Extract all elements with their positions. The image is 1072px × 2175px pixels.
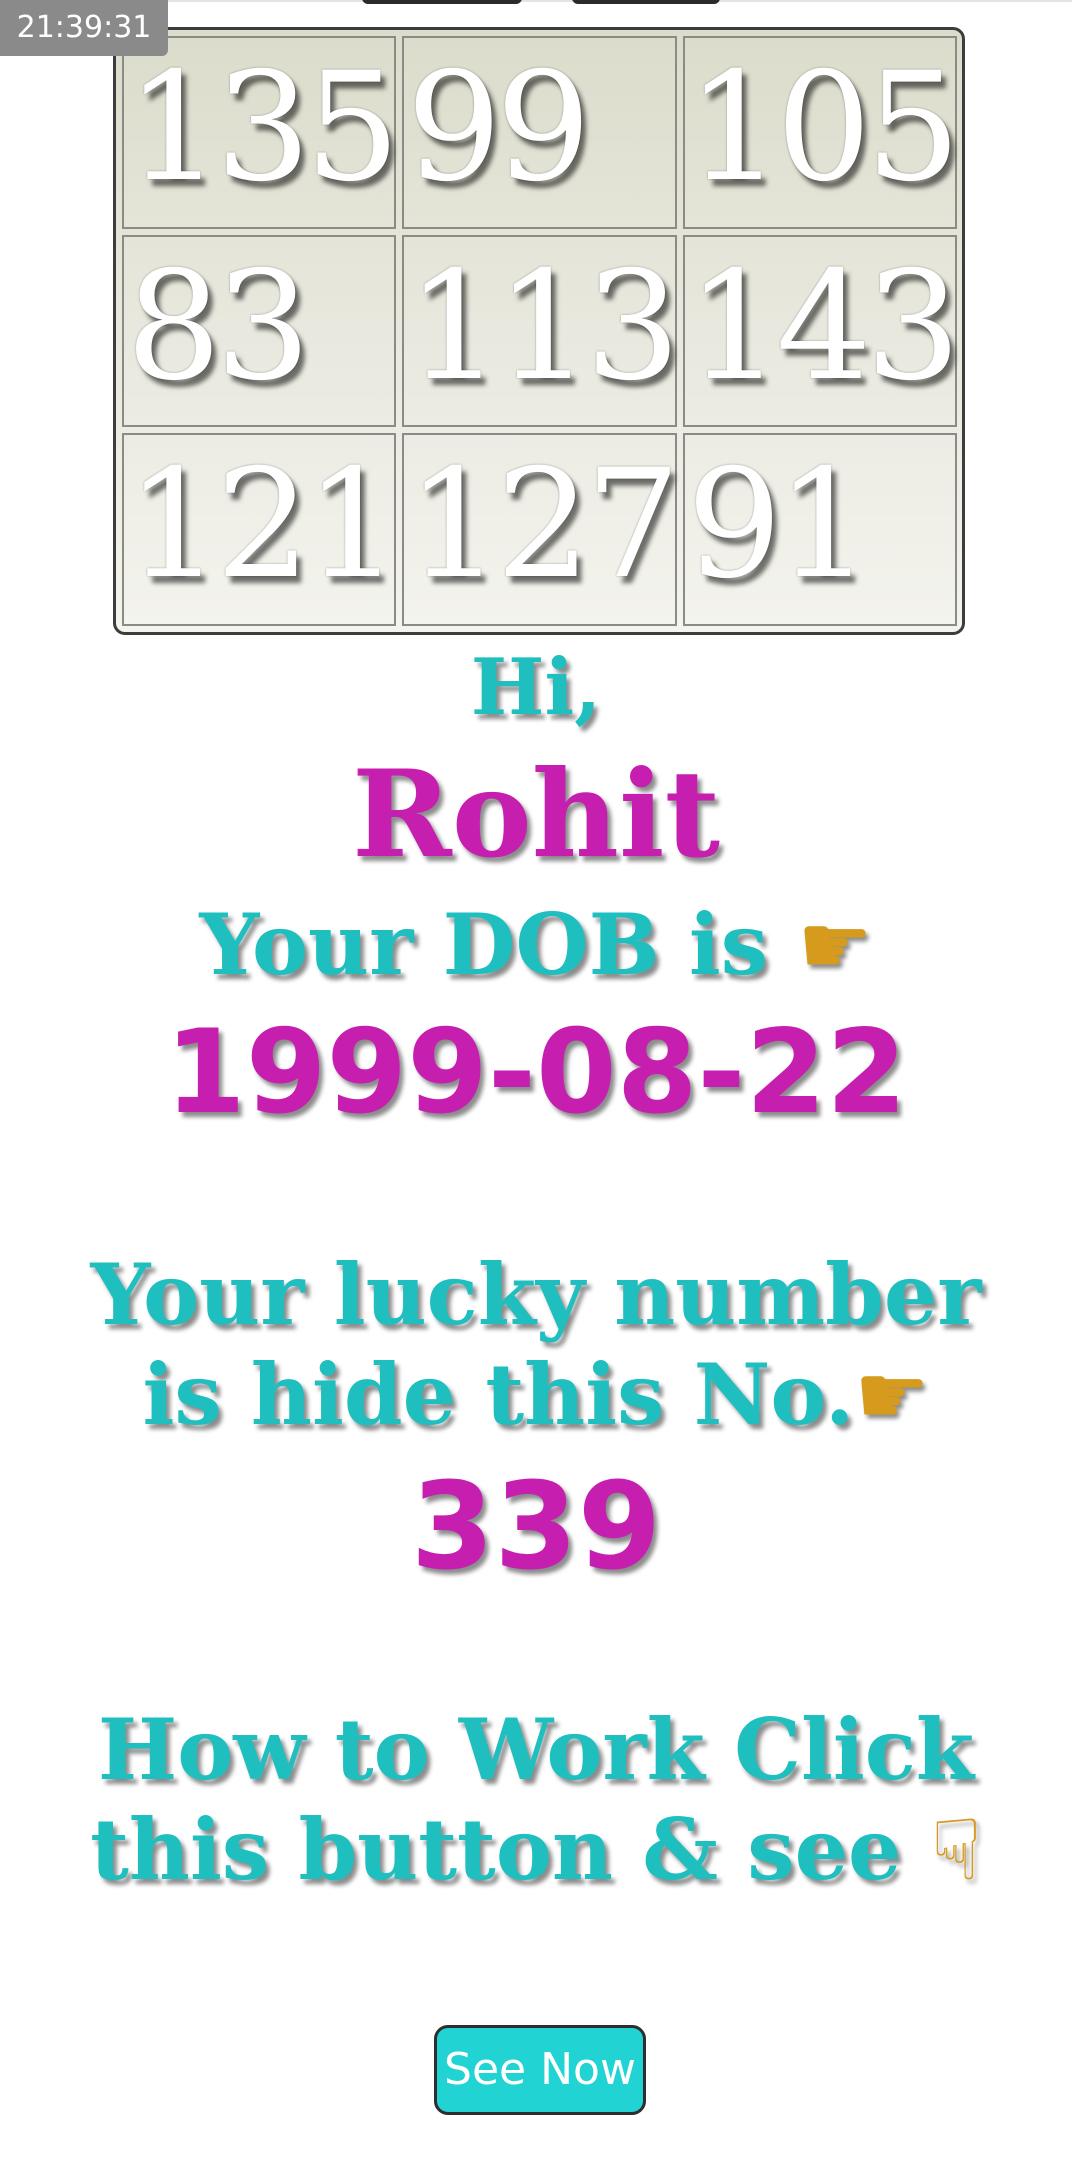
greeting-hi: Hi, <box>470 642 602 733</box>
grid-cell: 105 <box>682 36 961 229</box>
number-grid: 135 99 105 83 113 143 121 127 91 <box>113 27 965 635</box>
top-tab-stub-left <box>362 0 522 4</box>
pointing-down-hand-icon: ☟ <box>930 1801 982 1899</box>
grid-cell: 121 <box>122 433 400 626</box>
how-to-text: How to Work Click this button & see ☟ <box>0 1700 1072 1900</box>
grid-cell: 143 <box>682 234 961 428</box>
lucky-text: Your lucky number is hide this No.☛ <box>0 1245 1072 1445</box>
dob-label: Your DOB is <box>199 895 769 994</box>
lucky-line-2-row: is hide this No.☛ <box>0 1345 1072 1445</box>
pointing-right-hand-icon: ☛ <box>854 1346 930 1444</box>
grid-cell: 135 <box>122 36 400 229</box>
grid-cell: 83 <box>122 234 397 428</box>
grid-cell: 99 <box>402 36 677 229</box>
grid-cell: 113 <box>402 234 681 428</box>
dob-value: 1999-08-22 <box>165 1005 907 1140</box>
lucky-line-2: is hide this No. <box>142 1345 855 1444</box>
grid-cell: 127 <box>402 433 681 626</box>
status-time: 21:39:31 <box>0 0 168 56</box>
how-line-1: How to Work Click <box>97 1700 975 1799</box>
how-line-2-row: this button & see ☟ <box>0 1800 1072 1900</box>
grid-cell: 91 <box>682 433 957 626</box>
dob-label-row: Your DOB is ☛ <box>0 895 1072 995</box>
how-line-2: this button & see <box>90 1800 902 1899</box>
lucky-number: 339 <box>410 1458 662 1597</box>
pointing-right-hand-icon: ☛ <box>797 896 873 994</box>
see-now-button[interactable]: See Now <box>434 2025 646 2115</box>
lucky-line-1: Your lucky number <box>90 1245 982 1344</box>
user-name: Rohit <box>351 744 721 885</box>
top-tab-stub-right <box>572 0 720 4</box>
